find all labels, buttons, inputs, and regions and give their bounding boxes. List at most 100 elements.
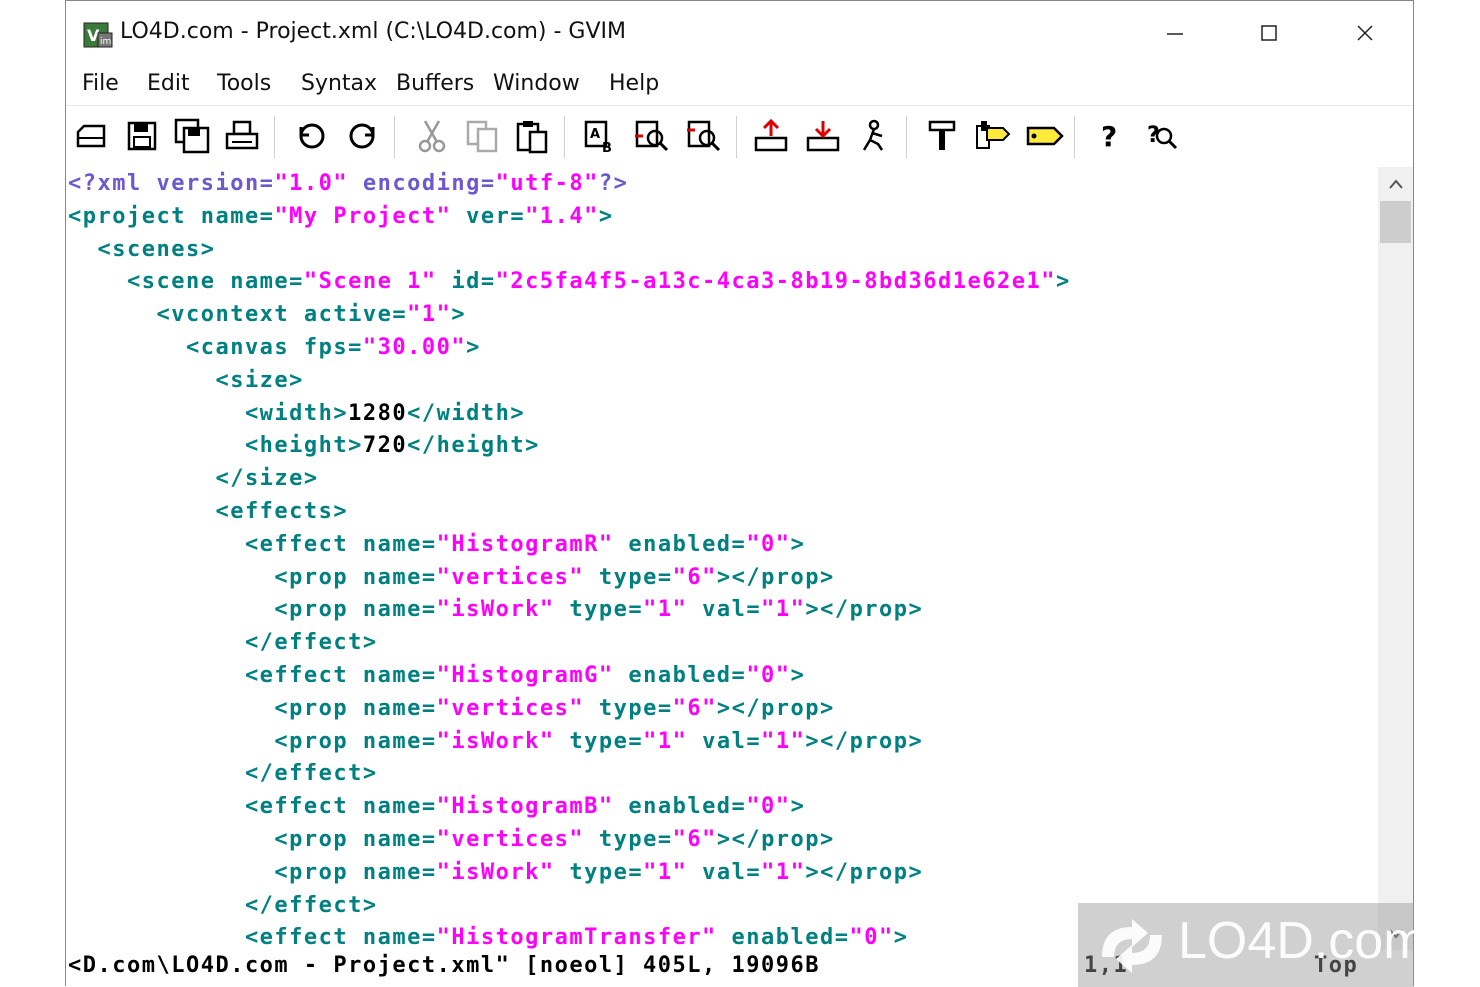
undo-icon[interactable]: [292, 114, 332, 158]
run-ctags-icon[interactable]: [972, 114, 1012, 158]
code-line: <effect name="HistogramR" enabled="0">: [68, 528, 805, 561]
jump-tag-icon[interactable]: [1024, 114, 1064, 158]
scroll-thumb[interactable]: [1380, 201, 1411, 243]
code-token: <width>: [68, 400, 349, 426]
code-line: <project name="My Project" ver="1.4">: [68, 200, 614, 233]
code-token: "1": [761, 859, 806, 885]
menu-edit[interactable]: Edit: [147, 71, 190, 96]
code-line: <effects>: [68, 495, 348, 528]
code-token: "30.00": [362, 335, 467, 360]
code-token: "1": [407, 302, 452, 328]
code-token: "1": [643, 728, 688, 754]
toolbar-separator: [906, 116, 907, 158]
help-icon[interactable]: ?: [1090, 114, 1130, 158]
find-next-icon[interactable]: [632, 114, 672, 158]
code-line: <vcontext active="1">: [68, 298, 466, 331]
title-bar[interactable]: V im LO4D.com - Project.xml (C:\LO4D.com…: [66, 1, 1413, 65]
code-token: enabled=: [716, 925, 850, 950]
menu-window[interactable]: Window: [493, 71, 580, 96]
find-help-icon[interactable]: ?: [1142, 114, 1182, 158]
cut-icon[interactable]: [412, 114, 452, 158]
code-token: <size>: [68, 367, 304, 393]
code-token: "HistogramR": [436, 531, 614, 557]
code-token: "isWork": [436, 597, 555, 623]
code-token: <prop name=: [68, 564, 437, 590]
code-line: <effect name="HistogramG" enabled="0">: [68, 659, 805, 692]
code-token: "1": [761, 597, 806, 623]
code-token: enabled=: [613, 663, 747, 688]
code-token: >: [790, 663, 806, 688]
code-token: "Scene 1": [303, 269, 437, 295]
code-token: </size>: [68, 466, 319, 492]
code-line: <prop name="vertices" type="6"></prop>: [68, 823, 835, 856]
code-token: <prop name=: [68, 827, 437, 852]
code-token: type=: [584, 695, 673, 721]
code-line: <height>720</height>: [68, 429, 540, 462]
code-token: <prop name=: [68, 597, 437, 623]
make-icon[interactable]: [922, 114, 962, 158]
toolbar-separator: [274, 116, 275, 158]
code-token: type=: [554, 728, 644, 754]
code-line: <canvas fps="30.00">: [68, 331, 481, 364]
menu-syntax[interactable]: Syntax: [301, 71, 377, 96]
code-token: >: [598, 203, 614, 229]
svg-text:A: A: [590, 127, 600, 142]
save-session-icon[interactable]: [804, 114, 844, 158]
redo-icon[interactable]: [342, 114, 382, 158]
code-token: "HistogramG": [436, 663, 614, 688]
scroll-up-button[interactable]: [1378, 167, 1413, 201]
code-token: "utf-8": [495, 171, 599, 196]
code-token: "6": [672, 695, 717, 721]
paste-icon[interactable]: [512, 114, 552, 158]
code-token: "vertices": [436, 695, 585, 721]
code-token: "1.0": [274, 171, 349, 196]
menu-buffers[interactable]: Buffers: [396, 71, 474, 96]
code-token: <effect name=: [68, 794, 437, 820]
code-token: val=: [687, 597, 762, 623]
code-line: <effect name="HistogramTransfer" enabled…: [68, 921, 909, 950]
menu-file[interactable]: File: [82, 71, 119, 96]
menu-tools[interactable]: Tools: [217, 71, 271, 96]
toolbar-separator: [1074, 116, 1075, 158]
save-icon[interactable]: [122, 114, 162, 158]
find-replace-icon[interactable]: AB: [580, 114, 620, 158]
code-line: <prop name="vertices" type="6"></prop>: [68, 692, 835, 725]
code-token: </effect>: [68, 892, 378, 918]
close-button[interactable]: [1342, 13, 1388, 53]
toolbar-separator: [564, 116, 565, 158]
status-file-info: <D.com\LO4D.com - Project.xml" [noeol] 4…: [68, 953, 821, 978]
code-token: "6": [672, 564, 717, 590]
code-token: type=: [554, 859, 644, 885]
svg-text:im: im: [100, 37, 111, 47]
code-line: </effect>: [68, 626, 378, 659]
code-token: "6": [672, 827, 717, 852]
menu-bar: File Edit Tools Syntax Buffers Window He…: [66, 65, 1413, 105]
toolbar: AB ? ?: [66, 105, 1413, 168]
code-token: id=: [436, 269, 496, 295]
copy-icon[interactable]: [462, 114, 502, 158]
run-script-icon[interactable]: [854, 114, 894, 158]
code-token: ></prop>: [716, 564, 835, 590]
code-token: <effect name=: [68, 663, 437, 688]
text-editor[interactable]: <?xml version="1.0" encoding="utf-8"?> <p…: [66, 167, 1378, 950]
watermark-text: LO4D.com: [1178, 912, 1427, 970]
code-line: <prop name="isWork" type="1" val="1"></p…: [68, 856, 923, 889]
code-token: val=: [687, 859, 762, 885]
save-all-icon[interactable]: [172, 114, 212, 158]
open-icon[interactable]: [72, 114, 112, 158]
code-line: <prop name="isWork" type="1" val="1"></p…: [68, 725, 923, 758]
code-token: >: [451, 302, 467, 328]
minimize-button[interactable]: [1152, 13, 1198, 53]
maximize-button[interactable]: [1246, 13, 1292, 53]
code-token: >: [790, 531, 806, 557]
print-icon[interactable]: [222, 114, 262, 158]
code-token: val=: [687, 728, 762, 754]
find-prev-icon[interactable]: [684, 114, 724, 158]
code-token: "0": [849, 925, 894, 950]
code-token: ?>: [598, 171, 629, 196]
code-line: </size>: [68, 462, 319, 495]
load-session-icon[interactable]: [752, 114, 792, 158]
menu-help[interactable]: Help: [609, 71, 659, 96]
vertical-scrollbar[interactable]: [1378, 167, 1413, 950]
code-token: "1": [643, 859, 688, 885]
